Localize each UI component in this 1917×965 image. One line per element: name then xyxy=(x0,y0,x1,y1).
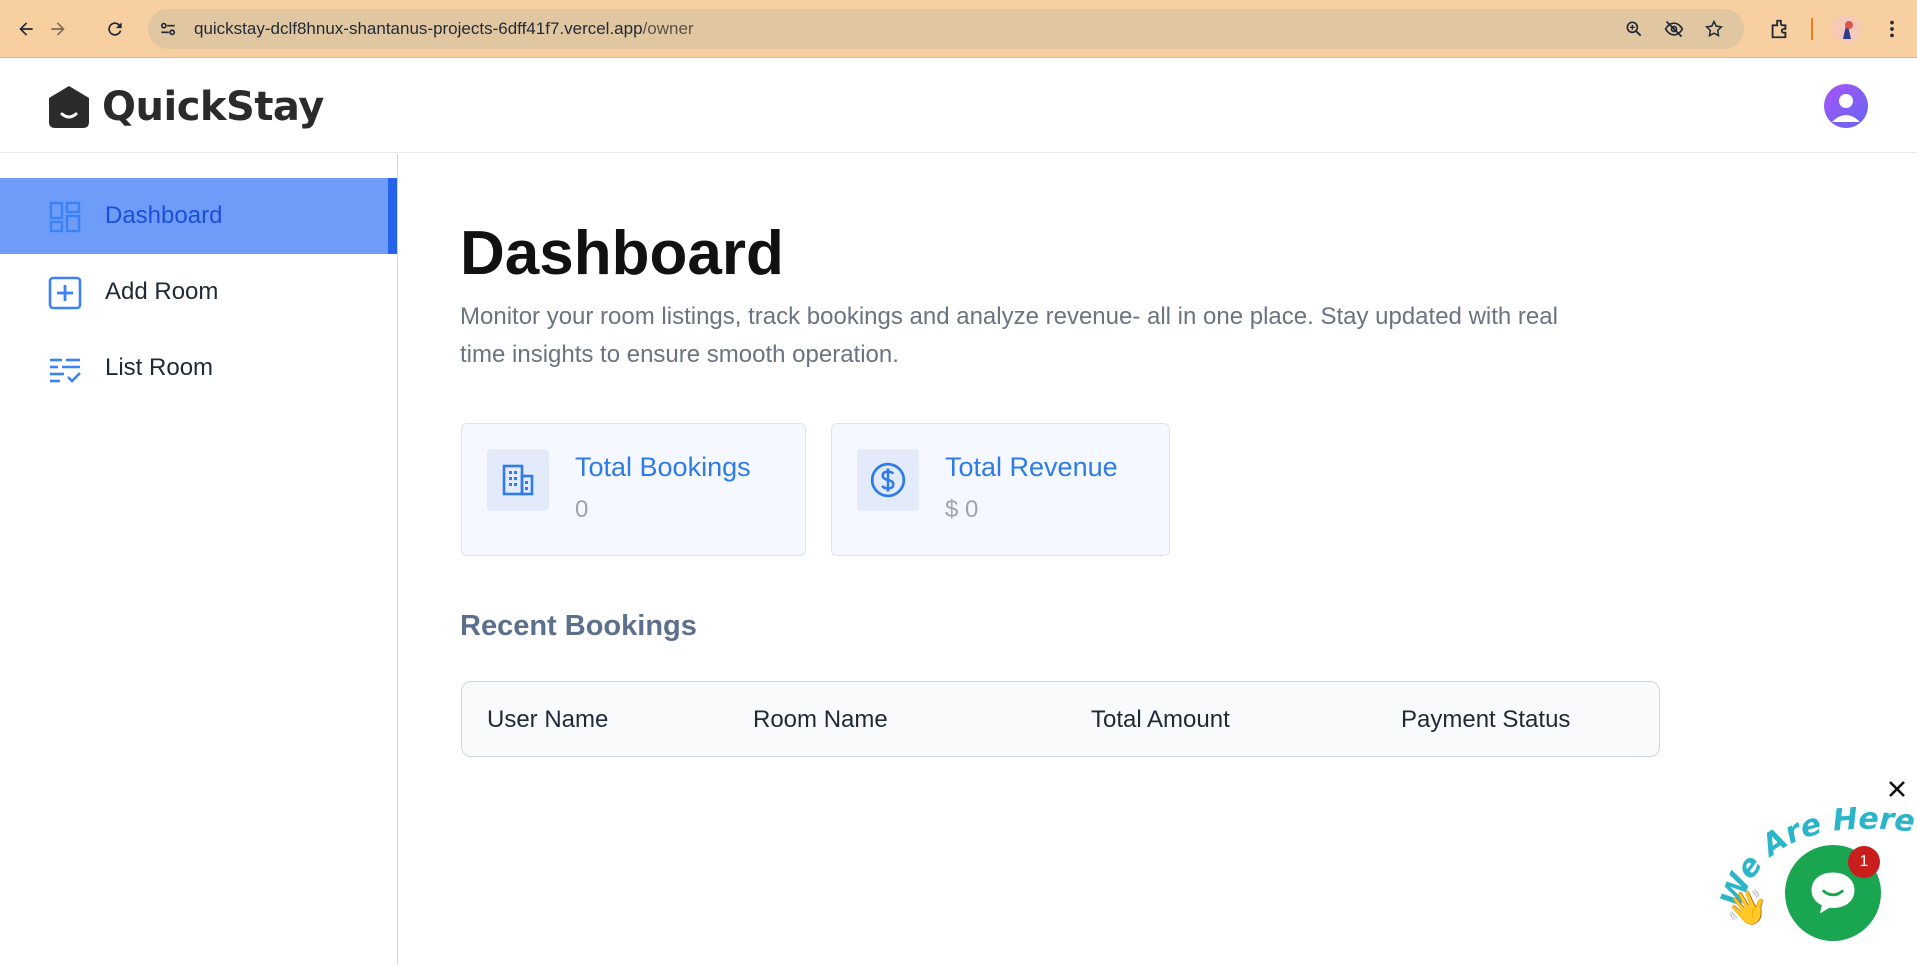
stat-title: Total Revenue xyxy=(945,452,1118,482)
eye-off-icon[interactable] xyxy=(1664,19,1684,39)
building-icon-box xyxy=(487,449,549,511)
notification-badge: 1 xyxy=(1848,846,1880,878)
toolbar-divider xyxy=(1811,18,1813,40)
more-icon[interactable] xyxy=(1881,18,1903,40)
sidebar-item-label: List Room xyxy=(105,354,214,381)
sidebar-item-add-room[interactable]: Add Room xyxy=(0,254,397,330)
column-header-room-name: Room Name xyxy=(753,706,888,733)
address-bar[interactable]: quickstay-dclf8hnux-shantanus-projects-6… xyxy=(148,9,1744,49)
forward-icon xyxy=(51,22,65,36)
reload-icon xyxy=(108,22,122,36)
waving-hand-icon: 👋 xyxy=(1726,888,1769,928)
dashboard-icon xyxy=(49,201,81,233)
back-icon xyxy=(19,22,33,36)
sidebar: Dashboard Add Room List Room xyxy=(0,154,398,965)
stat-card-total-revenue: Total Revenue $ 0 xyxy=(831,423,1170,556)
dollar-icon-box xyxy=(857,449,919,511)
back-button[interactable] xyxy=(11,14,41,44)
user-avatar[interactable] xyxy=(1824,84,1868,128)
recent-bookings-title: Recent Bookings xyxy=(460,610,697,642)
sidebar-item-label: Add Room xyxy=(105,278,219,305)
star-icon[interactable] xyxy=(1704,19,1724,39)
forward-button[interactable] xyxy=(43,14,73,44)
stat-card-total-bookings: Total Bookings 0 xyxy=(461,423,806,556)
column-header-user-name: User Name xyxy=(487,706,609,733)
bookings-table-header: User Name Room Name Total Amount Payment… xyxy=(461,681,1660,757)
profile-icon[interactable] xyxy=(1833,15,1861,43)
reload-button[interactable] xyxy=(100,14,130,44)
stat-value: $ 0 xyxy=(945,496,979,523)
extensions-icon[interactable] xyxy=(1768,18,1790,40)
page-description: Monitor your room listings, track bookin… xyxy=(460,303,1558,368)
url-path: /owner xyxy=(642,19,694,38)
sidebar-item-dashboard[interactable]: Dashboard xyxy=(0,178,397,254)
stat-value: 0 xyxy=(575,496,589,523)
building-icon xyxy=(502,464,534,496)
browser-toolbar: quickstay-dclf8hnux-shantanus-projects-6… xyxy=(0,0,1917,58)
sidebar-item-list-room[interactable]: List Room xyxy=(0,330,397,406)
page-title: Dashboard xyxy=(460,219,784,288)
url-host: quickstay-dclf8hnux-shantanus-projects-6… xyxy=(194,19,643,38)
site-info-icon[interactable] xyxy=(158,19,178,39)
dollar-icon xyxy=(870,462,906,498)
list-check-icon xyxy=(50,358,81,383)
add-box-icon xyxy=(48,276,82,310)
brand-name: QuickStay xyxy=(102,84,324,130)
stat-title: Total Bookings xyxy=(575,452,751,482)
column-header-total-amount: Total Amount xyxy=(1091,706,1230,733)
house-logo-icon xyxy=(49,86,89,128)
column-header-payment-status: Payment Status xyxy=(1401,706,1571,733)
url-text[interactable]: quickstay-dclf8hnux-shantanus-projects-6… xyxy=(194,19,694,39)
brand-logo[interactable]: QuickStay xyxy=(46,84,324,130)
zoom-icon[interactable] xyxy=(1624,19,1644,39)
user-icon xyxy=(1832,94,1860,122)
sidebar-item-label: Dashboard xyxy=(105,202,223,229)
